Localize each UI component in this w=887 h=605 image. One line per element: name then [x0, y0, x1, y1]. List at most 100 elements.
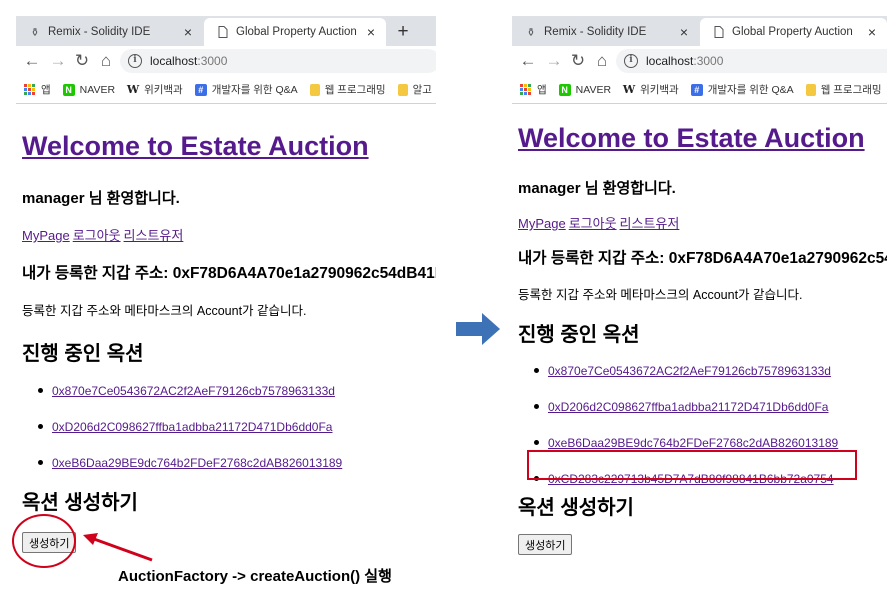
bookmark-algo[interactable]: 알고 — [397, 82, 432, 97]
tab-title: Global Property Auction — [732, 26, 853, 38]
wallet-address: 내가 등록한 지갑 주소: 0xF78D6A4A70e1a2790962c54d… — [22, 265, 436, 282]
wikipedia-icon: W — [622, 83, 636, 96]
bookmark-label: 개발자를 위한 Q&A — [707, 84, 794, 96]
tab-title: Remix - Solidity IDE — [48, 26, 151, 38]
list-item: 0xeB6Daa29BE9dc764b2FDeF2768c2dAB8260131… — [22, 445, 436, 481]
tab-remix[interactable]: ⚱ Remix - Solidity IDE × — [16, 18, 203, 46]
forward-icon[interactable]: → — [544, 50, 564, 72]
close-icon[interactable]: × — [673, 24, 695, 40]
auctions-heading: 진행 중인 옥션 — [518, 324, 640, 346]
url-port: :3000 — [197, 54, 228, 68]
home-icon[interactable]: ⌂ — [96, 50, 116, 72]
bookmark-label: 앱 — [41, 84, 51, 96]
auction-link[interactable]: 0xeB6Daa29BE9dc764b2FDeF2768c2dAB8260131… — [52, 456, 342, 470]
tab-global-property-auction[interactable]: Global Property Auction × — [700, 18, 887, 46]
back-icon[interactable]: ← — [22, 50, 42, 72]
create-auction-heading: 옥션 생성하기 — [518, 497, 634, 519]
greeting: manager 님 환영합니다. — [518, 180, 676, 197]
page-icon — [712, 25, 726, 39]
close-icon[interactable]: × — [861, 24, 883, 40]
info-icon[interactable]: i — [128, 54, 142, 68]
list-item: 0x870e7Ce0543672AC2f2AeF79126cb757896313… — [518, 353, 887, 389]
bookmark-label: NAVER — [79, 83, 116, 96]
create-auction-button[interactable]: 생성하기 — [518, 534, 573, 555]
nav-links: MyPage 로그아웃 리스트유저 — [16, 225, 436, 245]
bookmark-label: NAVER — [575, 83, 612, 96]
info-icon[interactable]: i — [624, 54, 638, 68]
auction-list: 0x870e7Ce0543672AC2f2AeF79126cb757896313… — [22, 373, 436, 481]
bookmarks-bar: 앱 N NAVER W 위키백과 # 개발자를 위한 Q&A 웹 프로그래밍 알… — [16, 76, 436, 104]
bookmark-label: 개발자를 위한 Q&A — [211, 84, 298, 96]
bookmark-wikipedia[interactable]: W 위키백과 — [127, 82, 183, 97]
page-title-link[interactable]: Welcome to Estate Auction — [22, 131, 369, 162]
reload-icon[interactable]: ↻ — [568, 50, 588, 72]
tab-global-property-auction[interactable]: Global Property Auction × — [204, 18, 386, 46]
forward-icon[interactable]: → — [48, 50, 68, 72]
folder-icon — [397, 83, 408, 96]
browser-window-after: ⚱ Remix - Solidity IDE × Global Property… — [512, 16, 887, 605]
page-icon — [216, 25, 230, 39]
account-match-message: 등록한 지갑 주소와 메타마스크의 Account가 같습니다. — [518, 288, 803, 302]
logout-link[interactable]: 로그아웃 — [73, 228, 121, 243]
close-icon[interactable]: × — [360, 24, 382, 40]
home-icon[interactable]: ⌂ — [592, 50, 612, 72]
address-bar[interactable]: i localhost:3000 — [120, 49, 436, 73]
bookmarks-bar: 앱 N NAVER W 위키백과 # 개발자를 위한 Q&A 웹 프로그래밍 — [512, 76, 887, 104]
bookmark-apps[interactable]: 앱 — [520, 82, 547, 97]
auction-link[interactable]: 0x870e7Ce0543672AC2f2AeF79126cb757896313… — [548, 364, 831, 378]
hashcode-icon: # — [194, 83, 207, 96]
bookmark-naver[interactable]: N NAVER — [62, 83, 116, 96]
url-host: localhost — [646, 54, 694, 68]
auction-link[interactable]: 0x870e7Ce0543672AC2f2AeF79126cb757896313… — [52, 384, 335, 398]
create-auction-heading: 옥션 생성하기 — [22, 492, 138, 514]
pointer-arrow-icon — [83, 533, 153, 562]
auction-link[interactable]: 0xD206d2C098627ffba1adbba21172D471Db6dd0… — [548, 400, 828, 414]
bookmark-label: 웹 프로그래밍 — [820, 84, 882, 96]
new-tab-button[interactable]: + — [390, 20, 416, 44]
naver-icon: N — [558, 83, 571, 96]
auction-link[interactable]: 0xD206d2C098627ffba1adbba21172D471Db6dd0… — [52, 420, 332, 434]
naver-icon: N — [62, 83, 75, 96]
list-item: 0x870e7Ce0543672AC2f2AeF79126cb757896313… — [22, 373, 436, 409]
mypage-link[interactable]: MyPage — [22, 228, 70, 243]
bookmark-web-programming[interactable]: 웹 프로그래밍 — [805, 82, 882, 97]
bookmark-label: 앱 — [537, 84, 547, 96]
url-host: localhost — [150, 54, 198, 68]
folder-icon — [309, 83, 320, 96]
list-item: 0xD206d2C098627ffba1adbba21172D471Db6dd0… — [22, 409, 436, 445]
page-content: Welcome to Estate Auction — [16, 131, 436, 162]
logout-link[interactable]: 로그아웃 — [569, 216, 617, 231]
greeting: manager 님 환영합니다. — [22, 190, 180, 207]
apps-icon — [520, 83, 532, 96]
bookmark-label: 웹 프로그래밍 — [324, 84, 386, 96]
tab-title: Remix - Solidity IDE — [544, 26, 647, 38]
list-user-link[interactable]: 리스트유저 — [620, 216, 680, 231]
page-title-link[interactable]: Welcome to Estate Auction — [518, 123, 865, 154]
back-icon[interactable]: ← — [518, 50, 538, 72]
remix-icon: ⚱ — [30, 26, 40, 39]
folder-icon — [805, 83, 816, 96]
mypage-link[interactable]: MyPage — [518, 216, 566, 231]
list-user-link[interactable]: 리스트유저 — [124, 228, 184, 243]
nav-links: MyPage 로그아웃 리스트유저 — [512, 213, 887, 233]
bookmark-hashcode[interactable]: # 개발자를 위한 Q&A — [194, 82, 298, 97]
bookmark-hashcode[interactable]: # 개발자를 위한 Q&A — [690, 82, 794, 97]
bookmark-label: 알고 — [412, 84, 432, 96]
bookmark-web-programming[interactable]: 웹 프로그래밍 — [309, 82, 386, 97]
bookmark-wikipedia[interactable]: W 위키백과 — [623, 82, 679, 97]
bookmark-label: 위키백과 — [144, 84, 183, 96]
tab-strip: ⚱ Remix - Solidity IDE × Global Property… — [512, 16, 887, 46]
reload-icon[interactable]: ↻ — [72, 50, 92, 72]
bookmark-naver[interactable]: N NAVER — [558, 83, 612, 96]
auction-link[interactable]: 0xeB6Daa29BE9dc764b2FDeF2768c2dAB8260131… — [548, 436, 838, 450]
new-auction-highlight-box — [527, 450, 857, 480]
wikipedia-icon: W — [126, 83, 140, 96]
bookmark-apps[interactable]: 앱 — [24, 82, 51, 97]
apps-icon — [24, 83, 36, 96]
account-match-message: 등록한 지갑 주소와 메타마스크의 Account가 같습니다. — [22, 304, 307, 318]
tab-title: Global Property Auction — [236, 26, 357, 38]
address-bar[interactable]: i localhost:3000 — [616, 49, 887, 73]
navigation-bar: ← → ↻ ⌂ i localhost:3000 — [512, 46, 887, 76]
tab-remix[interactable]: ⚱ Remix - Solidity IDE × — [512, 18, 699, 46]
close-icon[interactable]: × — [177, 24, 199, 40]
